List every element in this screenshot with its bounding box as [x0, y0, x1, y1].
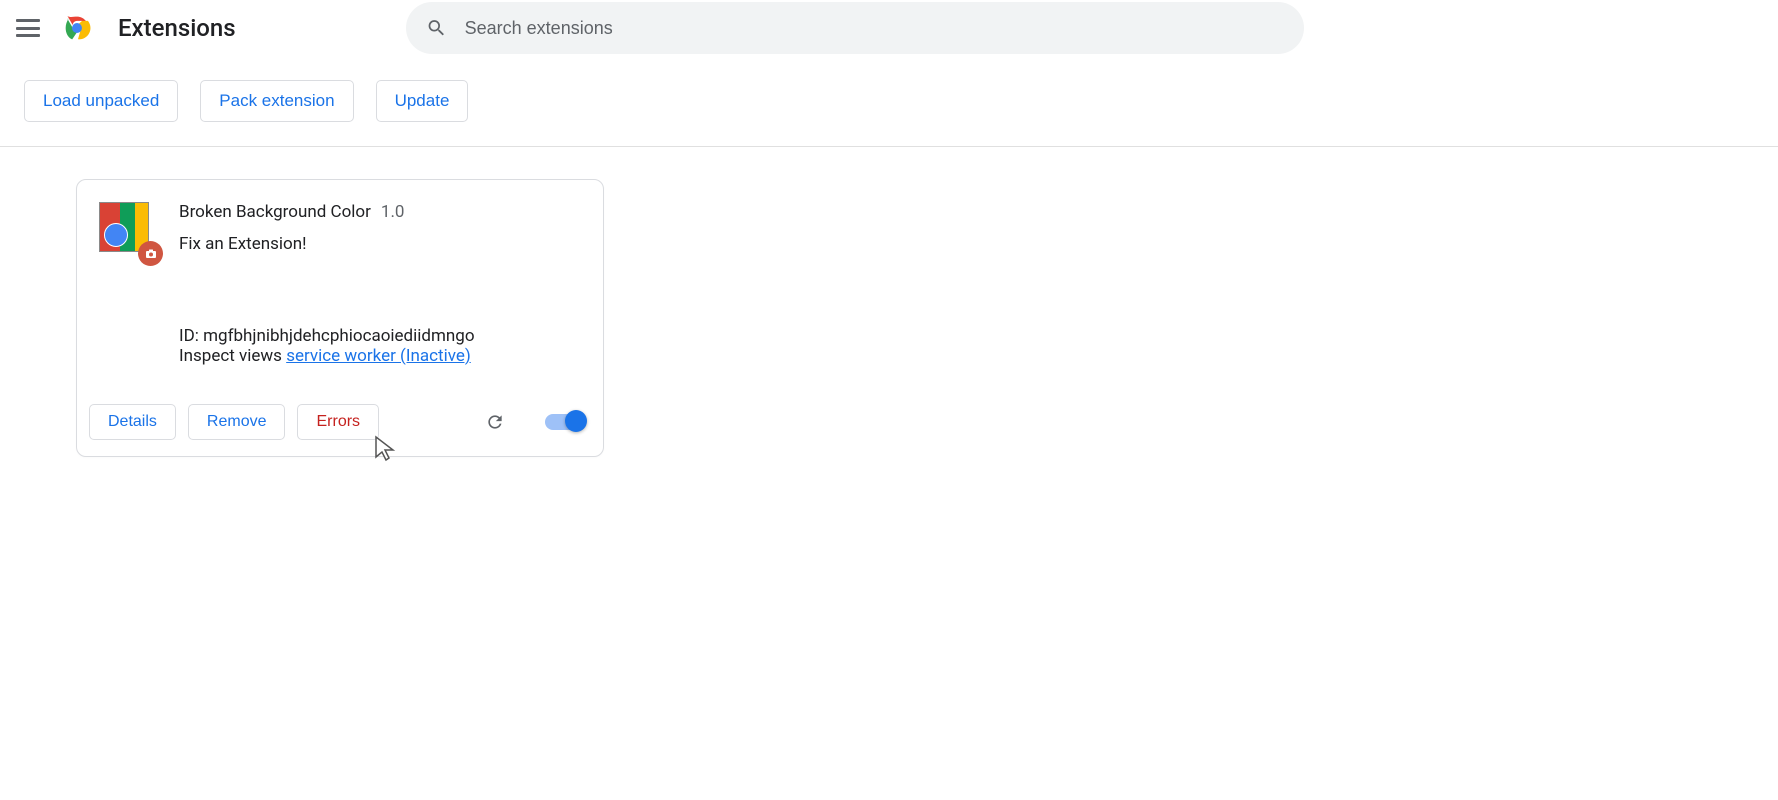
- search-icon: [426, 17, 447, 39]
- details-button[interactable]: Details: [89, 404, 176, 440]
- search-bar[interactable]: [406, 2, 1304, 54]
- reload-icon[interactable]: [483, 410, 507, 434]
- chrome-icon: [60, 11, 94, 45]
- search-input[interactable]: [465, 18, 1284, 39]
- enable-toggle[interactable]: [545, 414, 585, 430]
- toolbar: Load unpacked Pack extension Update: [0, 56, 1778, 147]
- header: Extensions: [0, 0, 1778, 56]
- extension-id-row: ID: mgfbhjnibhjdehcphiocaoiediidmngo: [179, 326, 581, 346]
- errors-button[interactable]: Errors: [297, 404, 379, 440]
- extension-description: Fix an Extension!: [179, 234, 581, 254]
- update-button[interactable]: Update: [376, 80, 469, 122]
- camera-badge-icon: [138, 241, 163, 266]
- load-unpacked-button[interactable]: Load unpacked: [24, 80, 178, 122]
- id-value: mgfbhjnibhjdehcphiocaoiediidmngo: [203, 326, 474, 346]
- content: Broken Background Color 1.0 Fix an Exten…: [0, 147, 1778, 457]
- extension-version: 1.0: [381, 202, 405, 222]
- extension-name: Broken Background Color: [179, 202, 371, 222]
- pack-extension-button[interactable]: Pack extension: [200, 80, 353, 122]
- inspect-views-row: Inspect views service worker (Inactive): [179, 346, 581, 366]
- page-title: Extensions: [118, 14, 236, 42]
- menu-icon[interactable]: [16, 16, 40, 40]
- remove-button[interactable]: Remove: [188, 404, 286, 440]
- id-label: ID:: [179, 326, 199, 346]
- extension-icon: [99, 202, 153, 256]
- service-worker-link[interactable]: service worker (Inactive): [286, 346, 471, 366]
- extension-card: Broken Background Color 1.0 Fix an Exten…: [76, 179, 604, 457]
- inspect-views-label: Inspect views: [179, 346, 282, 366]
